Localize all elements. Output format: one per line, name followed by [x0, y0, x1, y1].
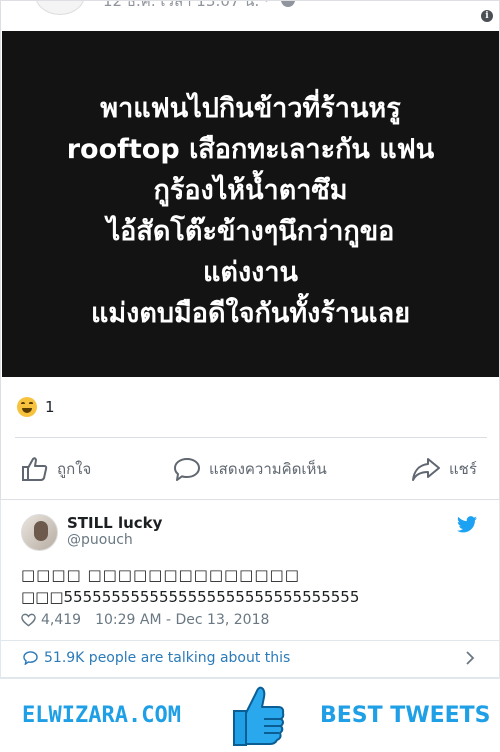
- speech-bubble-icon: [23, 651, 38, 665]
- tweet-timestamp[interactable]: 10:29 AM - Dec 13, 2018: [95, 612, 269, 628]
- tweet-author-handle[interactable]: @puouch: [67, 532, 133, 548]
- tweet-avatar[interactable]: [21, 514, 58, 551]
- tweet-text-line: □□□5555555555555555555555555555555: [21, 588, 360, 606]
- image-text-line: rooftop เสือกทะเลาะกัน แฟน: [66, 134, 435, 165]
- share-label: แชร์: [449, 460, 477, 478]
- tweet-text-line: □□□□ □□□□□□□□□□□□□□: [21, 566, 300, 584]
- image-text-line: พาแฟนไปกินข้าวที่ร้านหรู: [100, 93, 401, 124]
- post-image[interactable]: พาแฟนไปกินข้าวที่ร้านหรู rooftop เสือกทะ…: [2, 31, 499, 377]
- post-header: 12 ธ.ค. เวลา 13:07 น. · i: [1, 1, 499, 31]
- post-timestamp[interactable]: 12 ธ.ค. เวลา 13:07 น. ·: [103, 1, 269, 11]
- like-label: ถูกใจ: [57, 460, 92, 478]
- post-image-text: พาแฟนไปกินข้าวที่ร้านหรู rooftop เสือกทะ…: [2, 88, 499, 334]
- comment-button[interactable]: แสดงความคิดเห็น: [173, 449, 327, 489]
- like-button[interactable]: ถูกใจ: [21, 449, 91, 489]
- tweet-conversation-label: 51.9K people are talking about this: [44, 650, 291, 666]
- chevron-right-icon[interactable]: [465, 651, 475, 665]
- globe-icon: [281, 1, 295, 7]
- info-icon[interactable]: i: [481, 10, 493, 22]
- comment-icon: [174, 458, 200, 481]
- reactions-summary[interactable]: 1: [17, 395, 55, 419]
- embedded-tweet: STILL lucky @puouch □□□□ □□□□□□□□□□□□□□ …: [0, 500, 500, 678]
- avatar[interactable]: [35, 1, 85, 15]
- heart-icon[interactable]: [21, 613, 36, 627]
- image-text-line: แม่งตบมือดีใจกันทั้งร้านเลย: [90, 298, 411, 329]
- divider: [15, 437, 487, 438]
- tweet-conversation-link[interactable]: 51.9K people are talking about this: [23, 650, 290, 666]
- share-icon: [412, 458, 440, 481]
- image-text-line: กูร้องไห้น้ำตาซึม: [153, 175, 348, 206]
- post-actions: ถูกใจ แสดงความคิดเห็น แชร์: [1, 449, 499, 489]
- share-button[interactable]: แชร์: [411, 449, 477, 489]
- tweet-meta: 4,419 10:29 AM - Dec 13, 2018: [21, 612, 269, 628]
- thumbs-up-logo-icon: [233, 686, 285, 746]
- banner-site-name[interactable]: ELWIZARA.COM: [22, 703, 181, 728]
- tweet-author-name[interactable]: STILL lucky: [67, 514, 162, 532]
- laugh-reaction-icon: [17, 397, 37, 417]
- comment-label: แสดงความคิดเห็น: [209, 460, 327, 478]
- reaction-count: 1: [45, 398, 55, 416]
- tweet-like-count[interactable]: 4,419: [41, 612, 81, 628]
- image-text-line: ไอ้สัดโต๊ะข้างๆนึกว่ากูขอ: [106, 216, 395, 247]
- twitter-bird-icon[interactable]: [457, 516, 477, 533]
- divider: [1, 640, 500, 641]
- thumbs-up-icon: [22, 457, 48, 481]
- image-text-line: แต่งงาน: [203, 257, 298, 288]
- banner-tagline: BEST TWEETS: [320, 703, 491, 728]
- facebook-post-card: 12 ธ.ค. เวลา 13:07 น. · i พาแฟนไปกินข้าว…: [0, 0, 500, 500]
- site-banner: ELWIZARA.COM BEST TWEETS: [0, 678, 500, 752]
